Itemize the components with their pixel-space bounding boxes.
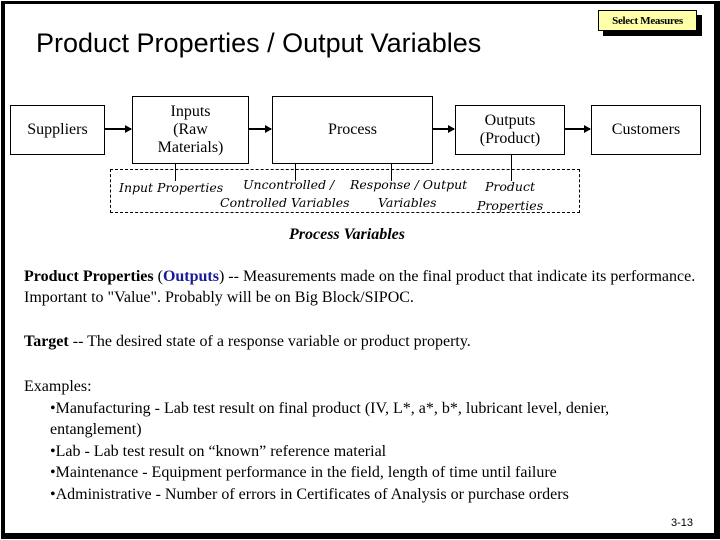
label-response-2: Variables: [378, 195, 437, 210]
term-outputs: Outputs: [162, 268, 219, 285]
slide-title: Product Properties / Output Variables: [36, 28, 482, 58]
arrow-suppliers-to-inputs: [104, 125, 132, 133]
label-product-1: Product: [485, 179, 535, 194]
box-suppliers: Suppliers: [10, 105, 105, 155]
label-uncontrolled-1: Uncontrolled /: [243, 177, 335, 192]
box-process: Process: [272, 96, 433, 164]
arrow-process-to-outputs: [432, 125, 455, 133]
example-item: •Maintenance - Equipment performance in …: [50, 464, 557, 481]
select-measures-button[interactable]: Select Measures: [598, 10, 697, 31]
page-number: 3-13: [671, 517, 694, 529]
term-target: Target: [24, 333, 69, 350]
box-customers: Customers: [591, 105, 701, 155]
term-product-properties: Product Properties: [24, 268, 154, 285]
box-inputs-label: Inputs (Raw Materials): [157, 103, 224, 156]
label-product-2: Properties: [477, 198, 544, 213]
arrow-outputs-to-customers: [564, 125, 591, 133]
example-item: •Administrative - Number of errors in Ce…: [50, 485, 569, 503]
label-uncontrolled-2: Controlled Variables: [220, 195, 350, 210]
examples-heading: Examples:: [24, 378, 92, 395]
definition-product-properties: Product Properties (Outputs) -- Measurem…: [24, 267, 704, 308]
box-outputs-label: Outputs (Product): [479, 112, 541, 147]
example-item: •Manufacturing - Lab test result on fina…: [50, 399, 610, 417]
example-item: •Lab - Lab test result on “known” refere…: [50, 442, 387, 460]
paren-open: (: [153, 268, 163, 285]
box-suppliers-label: Suppliers: [27, 121, 88, 138]
label-input-properties: Input Properties: [119, 180, 224, 195]
select-measures-button-wrapper: Select Measures: [598, 10, 702, 36]
target-text: -- The desired state of a response varia…: [68, 333, 471, 350]
label-response-1: Response / Output: [350, 177, 468, 192]
box-process-label: Process: [328, 121, 377, 138]
process-variables-label: Process Variables: [289, 226, 405, 243]
examples-section: Examples: •Manufacturing - Lab test resu…: [24, 376, 704, 505]
definition-target: Target -- The desired state of a respons…: [24, 332, 704, 353]
box-outputs: Outputs (Product): [455, 105, 565, 155]
example-item-continuation: entanglement): [50, 421, 142, 438]
box-inputs: Inputs (Raw Materials): [132, 96, 249, 164]
box-customers-label: Customers: [611, 121, 681, 138]
arrow-inputs-to-process: [248, 125, 272, 133]
